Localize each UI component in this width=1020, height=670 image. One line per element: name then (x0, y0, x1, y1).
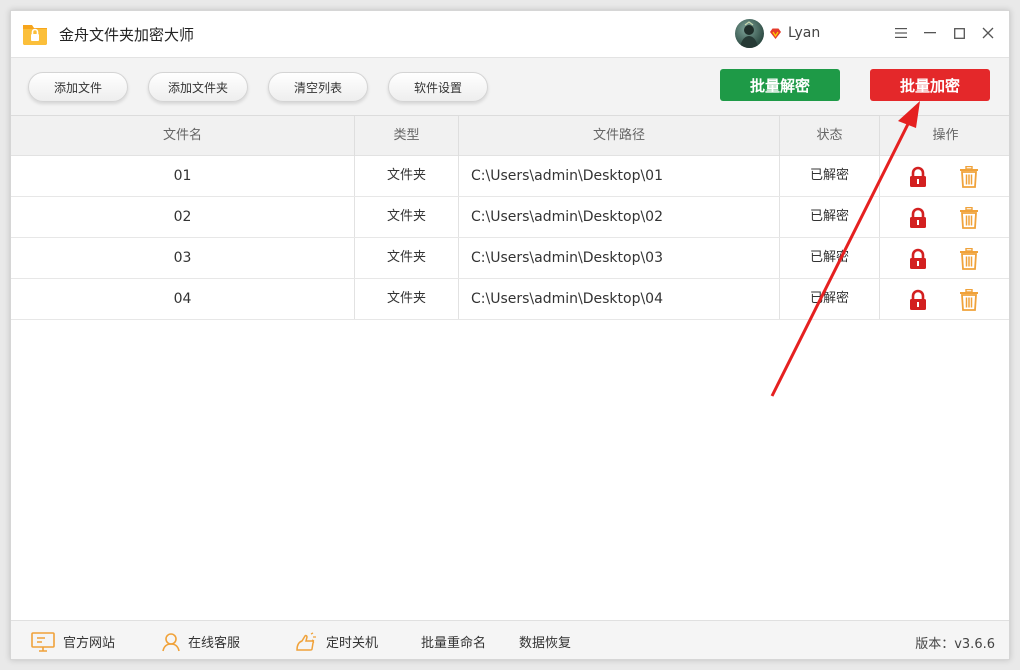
cell-path: C:\Users\admin\Desktop\02 (459, 197, 780, 237)
menu-icon (895, 28, 907, 38)
online-support-label: 在线客服 (188, 636, 241, 651)
file-list: 01 文件夹 C:\Users\admin\Desktop\01 已解密 02 … (11, 156, 1009, 320)
official-website-label: 官方网站 (63, 636, 116, 651)
trash-icon[interactable] (959, 248, 979, 270)
header-state[interactable]: 状态 (780, 116, 880, 156)
app-window: 金舟文件夹加密大师 Lyan 添加文件 添加文件夹 清空列表 软件设置 批量解密… (10, 10, 1010, 660)
trash-icon[interactable] (959, 166, 979, 188)
trash-icon[interactable] (959, 207, 979, 229)
table-row[interactable]: 02 文件夹 C:\Users\admin\Desktop\02 已解密 (11, 197, 1009, 238)
lock-icon[interactable] (908, 248, 928, 270)
person-icon (162, 632, 180, 651)
version-label: 版本：v3.6.6 (915, 637, 995, 652)
hand-icon (296, 631, 316, 651)
cell-path: C:\Users\admin\Desktop\04 (459, 279, 780, 319)
lock-icon[interactable] (908, 166, 928, 188)
cell-op (880, 279, 1009, 319)
cell-state: 已解密 (780, 156, 880, 196)
cell-type: 文件夹 (355, 279, 459, 319)
cell-path: C:\Users\admin\Desktop\01 (459, 156, 780, 196)
username[interactable]: Lyan (788, 25, 820, 41)
add-folder-button[interactable]: 添加文件夹 (148, 72, 248, 102)
cell-name: 02 (11, 197, 355, 237)
online-support-link[interactable]: 在线客服 (162, 621, 241, 659)
status-bar: 官方网站 在线客服 定时关机 批量重命名 数据恢复 版本：v3.6.6 (11, 620, 1009, 659)
monitor-icon (31, 631, 55, 652)
table-header: 文件名 类型 文件路径 状态 操作 (11, 116, 1009, 156)
close-button[interactable] (978, 23, 998, 43)
cell-type: 文件夹 (355, 156, 459, 196)
avatar[interactable] (735, 19, 764, 48)
cell-state: 已解密 (780, 197, 880, 237)
header-type[interactable]: 类型 (355, 116, 459, 156)
cell-type: 文件夹 (355, 238, 459, 278)
table-row[interactable]: 01 文件夹 C:\Users\admin\Desktop\01 已解密 (11, 156, 1009, 197)
app-title: 金舟文件夹加密大师 (59, 26, 195, 44)
lock-icon[interactable] (908, 207, 928, 229)
cell-name: 04 (11, 279, 355, 319)
vip-diamond-icon (770, 28, 781, 39)
official-website-link[interactable]: 官方网站 (31, 621, 116, 659)
header-op: 操作 (932, 128, 959, 143)
batch-decrypt-button[interactable]: 批量解密 (720, 69, 840, 101)
timed-shutdown-link[interactable]: 定时关机 (294, 621, 379, 659)
header-path[interactable]: 文件路径 (459, 116, 780, 156)
minimize-icon (924, 32, 936, 34)
cell-path: C:\Users\admin\Desktop\03 (459, 238, 780, 278)
cell-op (880, 238, 1009, 278)
clear-list-button[interactable]: 清空列表 (268, 72, 368, 102)
settings-button[interactable]: 软件设置 (388, 72, 488, 102)
table-row[interactable]: 04 文件夹 C:\Users\admin\Desktop\04 已解密 (11, 279, 1009, 320)
title-bar: 金舟文件夹加密大师 Lyan (11, 11, 1009, 57)
table-row[interactable]: 03 文件夹 C:\Users\admin\Desktop\03 已解密 (11, 238, 1009, 279)
menu-button[interactable] (891, 23, 911, 43)
close-icon (982, 27, 994, 39)
lock-icon[interactable] (908, 289, 928, 311)
maximize-icon (953, 27, 965, 39)
cell-state: 已解密 (780, 279, 880, 319)
batch-rename-link[interactable]: 批量重命名 (421, 621, 486, 659)
minimize-button[interactable] (920, 23, 940, 43)
trash-icon[interactable] (959, 289, 979, 311)
cell-op (880, 197, 1009, 237)
timed-shutdown-label: 定时关机 (326, 636, 379, 651)
maximize-button[interactable] (949, 23, 969, 43)
add-file-button[interactable]: 添加文件 (28, 72, 128, 102)
cell-op (880, 156, 1009, 196)
header-name[interactable]: 文件名 (11, 116, 355, 156)
cell-state: 已解密 (780, 238, 880, 278)
cell-name: 03 (11, 238, 355, 278)
toolbar: 添加文件 添加文件夹 清空列表 软件设置 批量解密 批量加密 (11, 57, 1009, 116)
batch-encrypt-button[interactable]: 批量加密 (870, 69, 990, 101)
avatar-image (740, 21, 758, 48)
folder-lock-logo-icon (23, 25, 47, 45)
data-recovery-link[interactable]: 数据恢复 (519, 621, 571, 659)
cell-name: 01 (11, 156, 355, 196)
cell-type: 文件夹 (355, 197, 459, 237)
